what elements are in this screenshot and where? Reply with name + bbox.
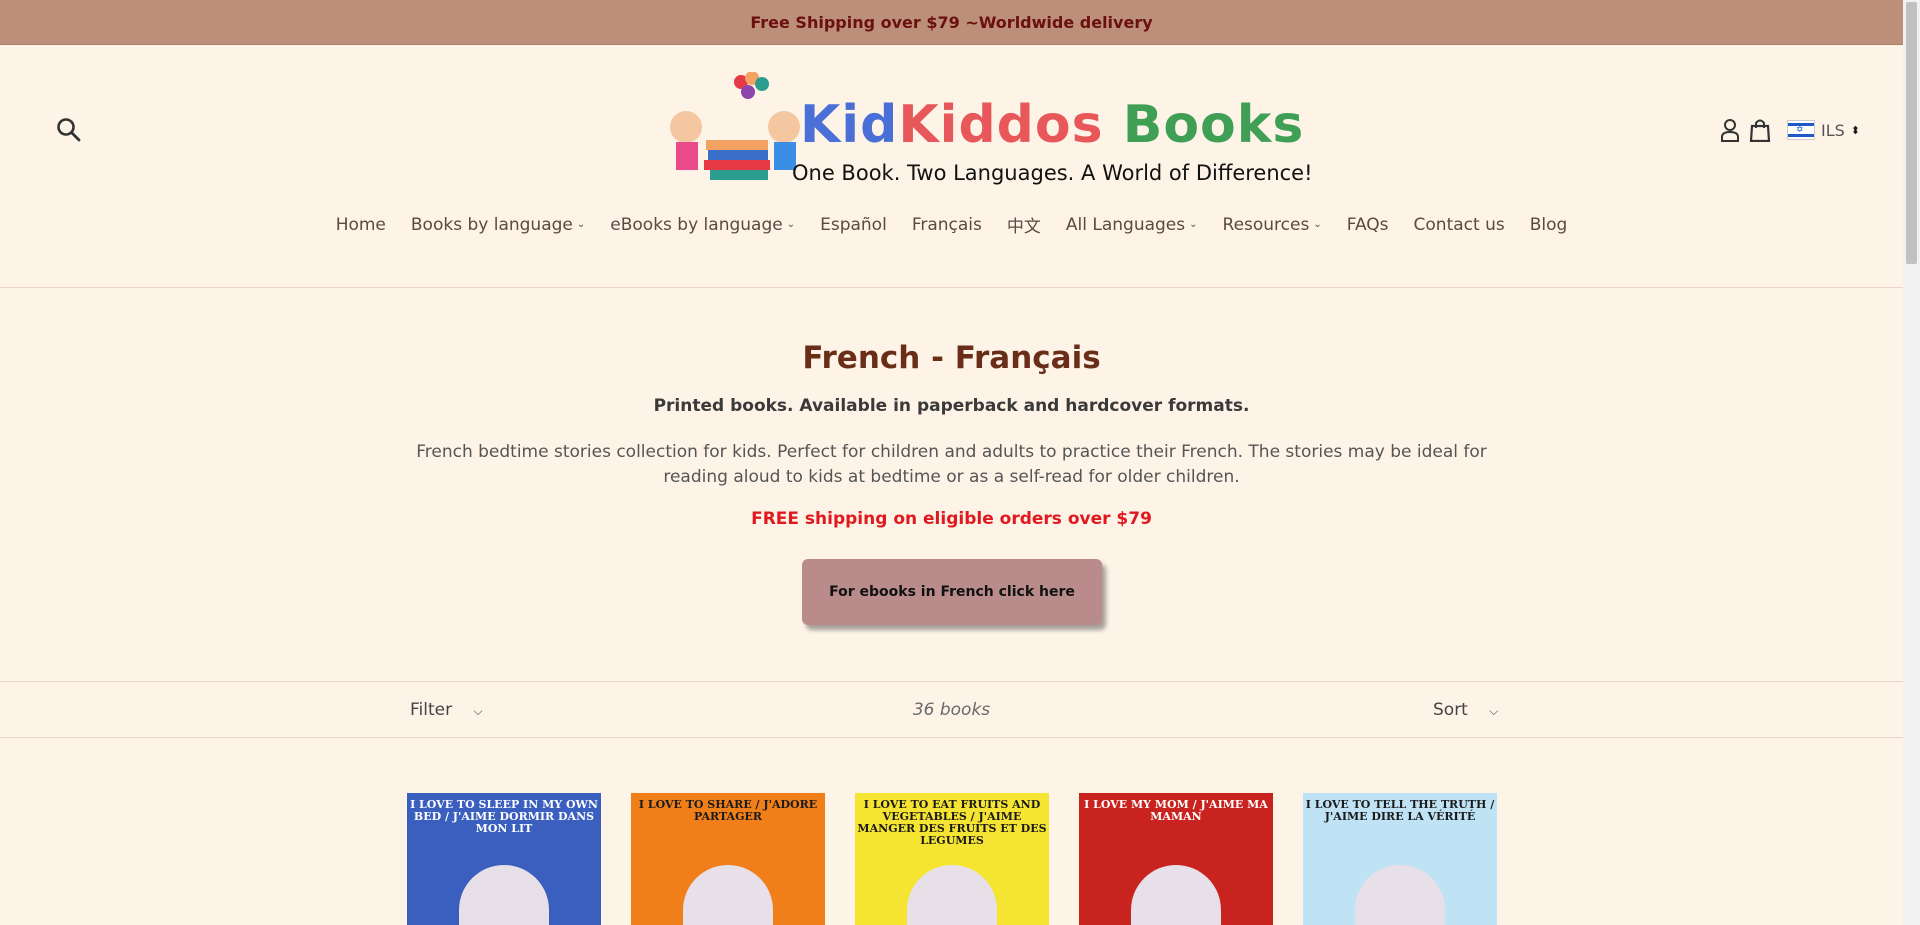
- ebooks-link-button[interactable]: For ebooks in French click here: [802, 559, 1102, 625]
- chevron-updown-icon: ⬍: [1850, 123, 1860, 137]
- nav-item-label: eBooks by language: [610, 214, 783, 235]
- nav-item-6[interactable]: All Languages ⌄: [1066, 212, 1198, 237]
- chevron-down-icon: ⌵: [1489, 704, 1499, 718]
- book-cover-title: I LOVE TO SLEEP IN MY OWN BED / J'AIME D…: [410, 798, 598, 835]
- product-card[interactable]: I LOVE TO SHARE / J'ADORE PARTAGER: [631, 793, 825, 925]
- header-actions: ✡ ILS ⬍: [1719, 118, 1860, 142]
- book-cover-title: I LOVE MY MOM / J'AIME MA MAMAN: [1084, 798, 1268, 823]
- nav-item-0[interactable]: Home: [336, 212, 386, 237]
- account-icon[interactable]: [1719, 118, 1741, 142]
- nav-item-10[interactable]: Blog: [1530, 212, 1568, 237]
- sort-dropdown[interactable]: Sort ⌵: [1433, 700, 1498, 720]
- nav-item-label: Español: [820, 214, 887, 235]
- chevron-down-icon: ⌄: [786, 219, 796, 230]
- scrollbar[interactable]: [1903, 0, 1920, 925]
- nav-item-3[interactable]: Español: [820, 212, 887, 237]
- toolbar-top-divider: [0, 681, 1903, 682]
- logo-brand[interactable]: KidKiddos Books: [800, 95, 1304, 155]
- currency-code: ILS: [1820, 120, 1845, 140]
- product-card[interactable]: I LOVE TO TELL THE TRUTH / J'AIME DIRE L…: [1303, 793, 1497, 925]
- product-card[interactable]: I LOVE TO EAT FRUITS AND VEGETABLES / J'…: [855, 793, 1049, 925]
- cart-icon[interactable]: [1749, 118, 1771, 142]
- sort-label: Sort: [1433, 700, 1468, 720]
- chevron-down-icon: ⌄: [1313, 219, 1322, 230]
- collection-subtitle: Printed books. Available in paperback an…: [653, 396, 1250, 416]
- nav-item-2[interactable]: eBooks by language ⌄: [610, 212, 795, 237]
- product-count: 36 books: [912, 700, 991, 720]
- shipping-note: FREE shipping on eligible orders over $7…: [751, 509, 1152, 529]
- logo-tagline: One Book. Two Languages. A World of Diff…: [792, 161, 1313, 185]
- product-card[interactable]: I LOVE MY MOM / J'AIME MA MAMAN: [1079, 793, 1273, 925]
- product-card[interactable]: I LOVE TO SLEEP IN MY OWN BED / J'AIME D…: [407, 793, 601, 925]
- page-title: French - Français: [802, 340, 1101, 376]
- currency-selector[interactable]: ✡ ILS ⬍: [1786, 120, 1860, 140]
- nav-item-label: Resources: [1222, 214, 1310, 235]
- chevron-down-icon: ⌄: [1189, 219, 1198, 230]
- header-divider: [0, 287, 1903, 288]
- bunny-illustration: [459, 865, 549, 925]
- nav-item-8[interactable]: FAQs: [1347, 212, 1389, 237]
- search-icon[interactable]: [56, 117, 82, 143]
- nav-item-label: Français: [911, 214, 982, 235]
- bunny-illustration: [1355, 865, 1445, 925]
- israel-flag-icon: ✡: [1786, 120, 1815, 140]
- book-cover-title: I LOVE TO SHARE / J'ADORE PARTAGER: [638, 798, 818, 823]
- nav-item-5[interactable]: 中文: [1007, 212, 1041, 237]
- chevron-down-icon: ⌄: [576, 219, 586, 230]
- scrollbar-thumb[interactable]: [1906, 2, 1917, 264]
- nav-item-4[interactable]: Français: [912, 212, 982, 237]
- bunny-illustration: [683, 865, 773, 925]
- book-cover-title: I LOVE TO EAT FRUITS AND VEGETABLES / J'…: [857, 798, 1047, 847]
- collection-description: French bedtime stories collection for ki…: [416, 442, 1487, 487]
- nav-item-9[interactable]: Contact us: [1414, 212, 1505, 237]
- bunny-illustration: [907, 865, 997, 925]
- nav-item-1[interactable]: Books by language ⌄: [411, 212, 585, 237]
- nav-item-label: 中文: [1006, 217, 1041, 237]
- main-nav: Home Books by language ⌄ eBooks by language…: [0, 212, 1903, 238]
- nav-item-label: All Languages: [1065, 214, 1186, 235]
- toolbar-bottom-divider: [0, 737, 1903, 738]
- book-cover-title: I LOVE TO TELL THE TRUTH / J'AIME DIRE L…: [1305, 798, 1495, 823]
- nav-item-label: Books by language: [410, 214, 573, 235]
- nav-item-label: Contact us: [1413, 214, 1505, 235]
- nav-item-7[interactable]: Resources ⌄: [1223, 212, 1322, 237]
- nav-item-label: FAQs: [1346, 214, 1389, 235]
- announcement-bar: Free Shipping over $79 ~Worldwide delive…: [0, 0, 1903, 45]
- nav-item-label: Blog: [1529, 214, 1568, 235]
- nav-item-label: Home: [335, 214, 386, 235]
- announcement-text: Free Shipping over $79 ~Worldwide delive…: [750, 12, 1153, 32]
- bunny-illustration: [1131, 865, 1221, 925]
